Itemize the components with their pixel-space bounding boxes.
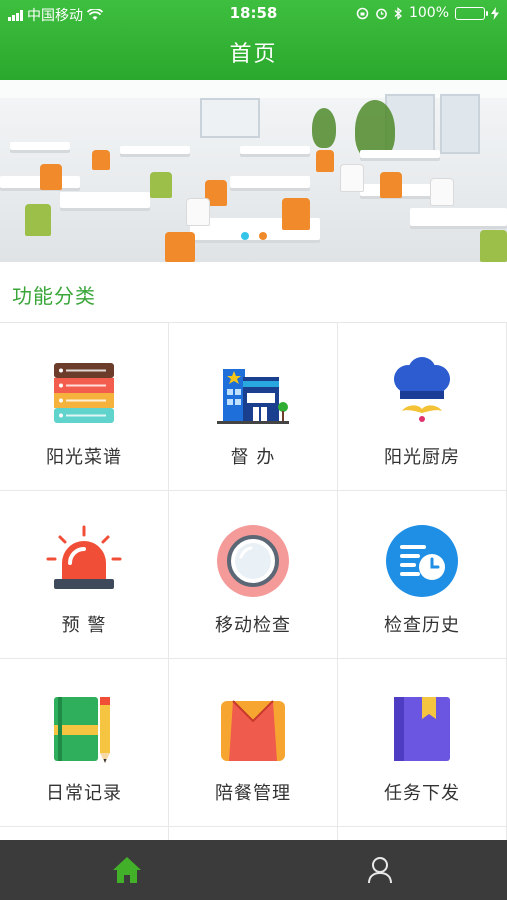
meal-bag-icon	[221, 700, 285, 761]
mobile-check-icon	[217, 525, 289, 597]
banner-table	[230, 176, 310, 188]
feature-label: 检查历史	[384, 615, 460, 636]
feature-cell-partial	[0, 827, 169, 841]
feature-cell-partial	[338, 827, 507, 841]
banner-chair	[340, 164, 364, 192]
section-title: 功能分类	[12, 284, 96, 308]
feature-label: 督 办	[230, 447, 276, 468]
alarm-siren-icon	[46, 525, 122, 589]
carousel-dot[interactable]	[240, 232, 249, 240]
carousel-indicator[interactable]	[0, 232, 507, 240]
feature-mobile-check[interactable]: 移动检查	[169, 491, 338, 659]
feature-meal-management[interactable]: 陪餐管理	[169, 659, 338, 827]
task-book-icon	[394, 697, 450, 761]
bluetooth-icon	[394, 6, 402, 20]
orientation-lock-icon	[356, 7, 369, 19]
user-icon	[367, 857, 392, 884]
feature-check-history[interactable]: 检查历史	[338, 491, 507, 659]
banner-chair	[316, 150, 334, 172]
banner-table	[360, 150, 440, 158]
tab-profile[interactable]	[253, 840, 506, 900]
feature-sunshine-kitchen[interactable]: 阳光厨房	[338, 323, 507, 491]
banner-chair	[40, 164, 62, 190]
battery-percent: 100%	[408, 5, 449, 21]
chef-hat-icon	[394, 357, 450, 422]
banner-chair	[380, 172, 402, 198]
battery-icon	[455, 6, 488, 20]
banner-window	[440, 94, 480, 154]
feature-label: 陪餐管理	[215, 783, 291, 804]
shop-building-icon	[217, 369, 289, 424]
status-bar: 中国移动 18:58 100%	[0, 0, 507, 26]
feature-label: 移动检查	[215, 615, 291, 636]
status-right: 100%	[356, 5, 499, 21]
banner-table	[410, 208, 507, 226]
home-icon	[112, 857, 141, 883]
feature-label: 任务下发	[384, 783, 460, 804]
feature-label: 预 警	[61, 615, 107, 636]
tab-bar	[0, 840, 507, 900]
page-title: 首页	[229, 42, 278, 67]
banner-window	[200, 98, 260, 138]
feature-warning[interactable]: 预 警	[0, 491, 169, 659]
carousel-dot[interactable]	[258, 232, 267, 240]
banner-chair	[282, 198, 310, 230]
banner-chair	[92, 150, 110, 170]
tab-home[interactable]	[0, 840, 253, 900]
feature-label: 日常记录	[46, 783, 122, 804]
history-clock-icon	[386, 525, 458, 597]
feature-label: 阳光菜谱	[46, 447, 122, 468]
feature-label: 阳光厨房	[384, 447, 460, 468]
alarm-icon	[376, 8, 387, 19]
top-bar: 中国移动 18:58 100% 首页	[0, 0, 507, 80]
feature-supervision[interactable]: 督 办	[169, 323, 338, 491]
banner-carousel[interactable]	[0, 80, 507, 262]
banner-chair	[430, 178, 454, 206]
feature-sunshine-menu[interactable]: 阳光菜谱	[0, 323, 169, 491]
feature-cell-partial	[169, 827, 338, 841]
banner-table	[240, 146, 310, 154]
menu-list-icon	[54, 363, 114, 423]
banner-table	[10, 142, 70, 150]
feature-task-dispatch[interactable]: 任务下发	[338, 659, 507, 827]
feature-daily-record[interactable]: 日常记录	[0, 659, 169, 827]
banner-table	[120, 146, 190, 154]
charging-icon	[491, 6, 499, 20]
notebook-pencil-icon	[54, 697, 110, 763]
banner-plant	[312, 108, 336, 148]
banner-chair	[150, 172, 172, 198]
banner-chair	[186, 198, 210, 226]
banner-table	[60, 192, 150, 208]
